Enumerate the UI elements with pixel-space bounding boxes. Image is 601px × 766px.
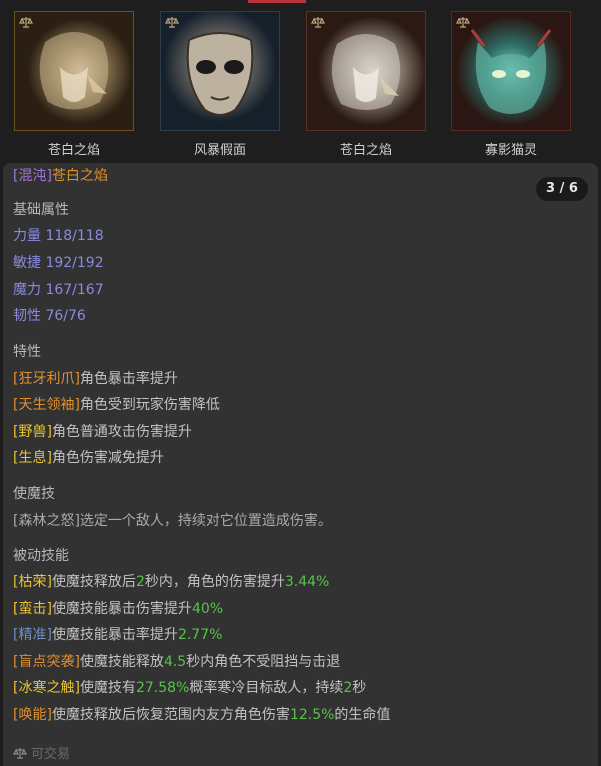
passive-tag: [蛮击] <box>13 601 52 617</box>
passive-tag: [盲点突袭] <box>13 654 80 670</box>
trait-desc: 角色受到玩家伤害降低 <box>79 397 220 413</box>
passive-text: 秒 <box>352 680 367 696</box>
stat-toughness: 韧性 76/76 <box>13 308 86 324</box>
passive-text: 概率寒冷目标敌人，持续 <box>189 680 344 696</box>
passive-text: 使魔技能暴击率提升 <box>51 627 178 643</box>
passive-skill-item: [蛮击]使魔技能暴击伤害提升40% <box>13 600 223 618</box>
familiar-skill-header: 使魔技 <box>13 486 55 502</box>
passive-tag: [冰寒之触] <box>13 680 80 696</box>
cat-spirit-icon <box>470 29 552 114</box>
familiar-portrait <box>306 11 426 131</box>
trait-tag: [狂牙利爪] <box>13 371 80 387</box>
scale-icon <box>13 748 27 759</box>
passive-text: 的生命值 <box>334 707 391 723</box>
passive-text: 使魔技能释放 <box>79 654 164 670</box>
passive-skill-item: [精准]使魔技能暴击率提升2.77% <box>13 626 222 644</box>
creature-head-icon <box>331 34 401 110</box>
passive-tag: [唤能] <box>13 707 52 723</box>
trait-item: [狂牙利爪]角色暴击率提升 <box>13 370 178 388</box>
passive-value: 12.5% <box>289 707 335 723</box>
passive-value: 2.77% <box>177 627 223 643</box>
passive-tag: [精准] <box>13 627 52 643</box>
familiar-portrait <box>451 11 571 131</box>
passive-skills-header: 被动技能 <box>13 548 69 564</box>
trait-tag: [野兽] <box>13 424 52 440</box>
trait-desc: 角色普通攻击伤害提升 <box>51 424 192 440</box>
creature-head-icon <box>39 32 109 110</box>
familiar-portrait <box>160 11 280 131</box>
top-accent-bar <box>248 0 306 3</box>
traits-header: 特性 <box>13 344 41 360</box>
passive-skill-item: [冰寒之触]使魔技有27.58%概率寒冷目标敌人，持续2秒 <box>13 679 366 697</box>
passive-value: 3.44% <box>284 574 330 590</box>
stat-magic: 魔力 167/167 <box>13 282 104 298</box>
passive-text: 使魔技有 <box>79 680 136 696</box>
page-indicator[interactable]: 3 / 6 <box>536 177 588 201</box>
element-tag: [混沌] <box>13 168 52 184</box>
familiar-portrait <box>14 11 134 131</box>
tradeable-label: 可交易 <box>31 747 71 762</box>
trait-item: [天生领袖]角色受到玩家伤害降低 <box>13 396 220 414</box>
familiar-detail-panel: [混沌]苍白之焰 3 / 6 基础属性 力量 118/118 敏捷 192/19… <box>3 163 598 766</box>
passive-skill-item: [盲点突袭]使魔技能释放4.5秒内角色不受阻挡与击退 <box>13 653 340 671</box>
passive-text: 使魔技能暴击伤害提升 <box>51 601 192 617</box>
passive-text: 秒内角色不受阻挡与击退 <box>186 654 341 670</box>
familiar-card[interactable]: 苍白之焰 <box>14 11 134 158</box>
passive-value: 27.58% <box>135 680 190 696</box>
familiar-card-name: 风暴假面 <box>193 143 246 158</box>
trait-tag: [天生领袖] <box>13 397 80 413</box>
passive-skill-item: [唤能]使魔技释放后恢复范围内友方角色伤害12.5%的生命值 <box>13 706 390 724</box>
familiar-card-name: 寡影猫灵 <box>484 143 537 158</box>
familiar-title: [混沌]苍白之焰 <box>13 165 108 185</box>
passive-value: 40% <box>191 601 224 617</box>
passive-text: 秒内，角色的伤害提升 <box>144 574 285 590</box>
familiar-skill-desc: [森林之怒]选定一个敌人，持续对它位置造成伤害。 <box>13 513 332 529</box>
passive-text: 使魔技释放后 <box>51 574 136 590</box>
passive-value: 4.5 <box>163 654 187 670</box>
familiar-card[interactable]: 苍白之焰 <box>306 11 426 158</box>
trait-tag: [生息] <box>13 450 52 466</box>
passive-skill-item: [枯荣]使魔技释放后2秒内，角色的伤害提升3.44% <box>13 573 329 591</box>
passive-value: 2 <box>343 680 353 696</box>
stat-strength: 力量 118/118 <box>13 228 104 244</box>
familiar-name: 苍白之焰 <box>51 168 108 184</box>
familiar-card-name: 苍白之焰 <box>47 143 100 158</box>
familiar-card-name: 苍白之焰 <box>339 143 392 158</box>
stat-agility: 敏捷 192/192 <box>13 255 104 271</box>
base-stats-header: 基础属性 <box>13 202 69 218</box>
mask-icon <box>186 32 254 116</box>
passive-text: 使魔技释放后恢复范围内友方角色伤害 <box>51 707 290 723</box>
familiar-card[interactable]: 寡影猫灵 <box>451 11 571 158</box>
trait-desc: 角色暴击率提升 <box>79 371 178 387</box>
familiar-card-row: 苍白之焰 风暴假面 苍白之焰 寡影猫灵 <box>0 8 601 158</box>
passive-value: 2 <box>135 574 145 590</box>
trait-item: [生息]角色伤害减免提升 <box>13 449 164 467</box>
familiar-card[interactable]: 风暴假面 <box>160 11 280 158</box>
trait-desc: 角色伤害减免提升 <box>51 450 164 466</box>
trait-item: [野兽]角色普通攻击伤害提升 <box>13 423 192 441</box>
passive-tag: [枯荣] <box>13 574 52 590</box>
tradeable-status: 可交易 <box>13 743 70 762</box>
